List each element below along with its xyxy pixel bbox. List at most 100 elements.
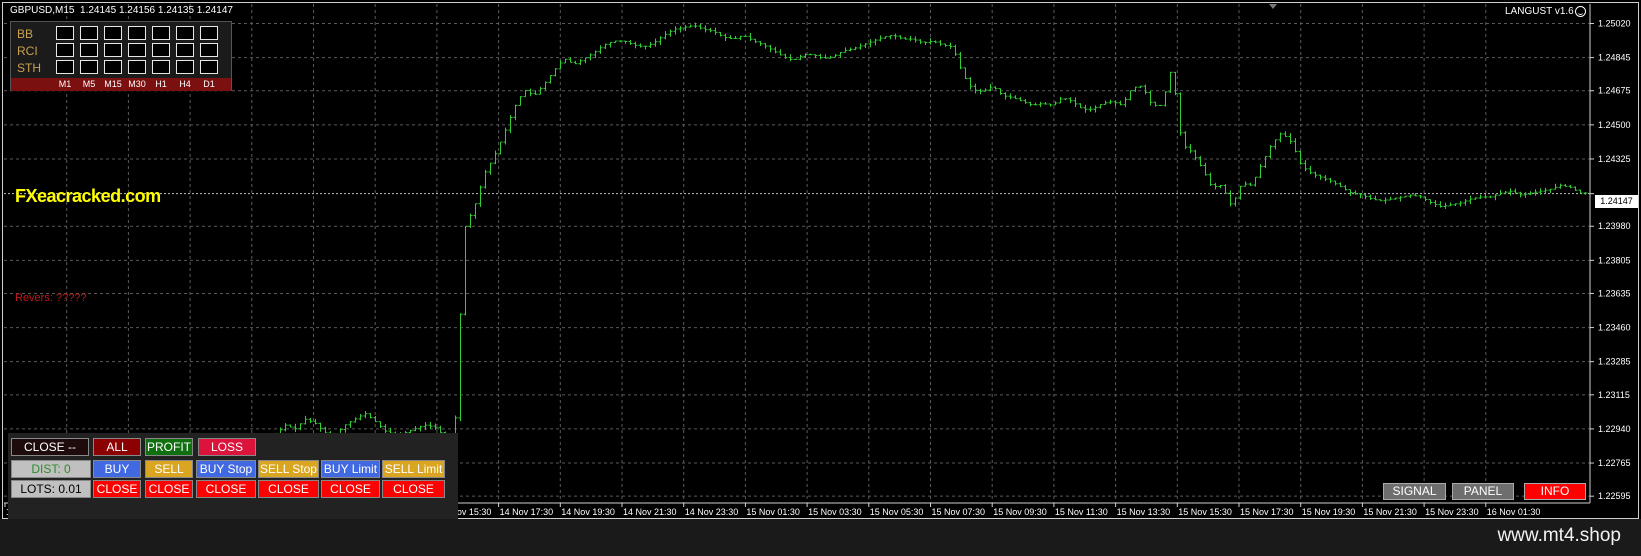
price-axis-label: 1.23980 [1598,221,1631,231]
signal-cell-sth-m1 [56,60,74,74]
ohlc-bar [638,43,643,48]
ohlc-bar [558,60,563,70]
close-sell-limit-button[interactable]: CLOSE [382,480,445,498]
ohlc-bar [1013,95,1018,100]
ohlc-bar [1508,188,1513,196]
ohlc-bar [1098,103,1103,109]
ohlc-bar [823,54,828,59]
shift-marker-icon[interactable] [1269,4,1277,9]
ohlc-bar [1038,101,1043,108]
ohlc-bar [1043,102,1048,105]
ohlc-bar [553,68,558,77]
ohlc-bar [628,40,633,45]
ohlc-bar [1148,90,1153,106]
ohlc-bar [1088,106,1093,112]
ohlc-bar [1268,145,1273,159]
ohlc-bar [1253,176,1258,187]
signal-cell-bb-m1 [56,26,74,40]
ohlc-bar [1083,104,1088,113]
ohlc-bar [1333,180,1338,186]
time-axis-label: 16 Nov 01:30 [1487,507,1541,517]
ohlc-bar [573,60,578,65]
tf-h1: H1 [155,79,167,89]
ohlc-bar [883,36,888,39]
info-button[interactable]: INFO [1524,483,1586,500]
ohlc-bar [1188,143,1193,154]
ohlc-bar [1353,190,1358,195]
ohlc-bar [708,27,713,33]
ohlc-bar [603,43,608,50]
ohlc-bar [873,38,878,46]
dist-field[interactable]: DIST: 0 [11,460,91,478]
ohlc-bar [1113,100,1118,107]
ohlc-bar [918,39,923,45]
ohlc-bar [678,26,683,33]
ohlc-bar [1568,184,1573,189]
close-buy-limit-button[interactable]: CLOSE [321,480,380,498]
ohlc-bar [1378,199,1383,202]
close-loss-button[interactable]: LOSS [198,438,256,456]
ohlc-bar [1078,103,1083,109]
lots-field[interactable]: LOTS: 0.01 [11,480,91,498]
ohlc-bar [673,26,678,35]
ohlc-bar [838,51,843,58]
ohlc-bar [1453,203,1458,207]
close-buy-button[interactable]: CLOSE [93,480,141,498]
signal-cell-sth-h4 [176,60,194,74]
buy-limit-button[interactable]: BUY Limit [321,460,380,478]
sell-button[interactable]: SELL [145,460,193,478]
buy-button[interactable]: BUY [93,460,141,478]
ohlc-bar [808,53,813,56]
ohlc-bar [773,46,778,54]
ohlc-bar [998,88,1003,95]
ohlc-bar [1493,194,1498,201]
price-axis-label: 1.23285 [1598,357,1631,367]
ohlc-bar [1093,105,1098,113]
ohlc-bar [1468,195,1473,205]
sell-stop-button[interactable]: SELL Stop [258,460,319,478]
close-all-type-button[interactable]: ALL [93,438,141,456]
ohlc-bar [1393,197,1398,200]
close-buy-stop-button[interactable]: CLOSE [196,480,256,498]
buy-stop-button[interactable]: BUY Stop [196,460,256,478]
ohlc-bar [958,52,963,70]
panel-button[interactable]: PANEL [1452,483,1514,500]
ohlc-bar [858,43,863,50]
ohlc-bar [688,24,693,28]
ohlc-bar [303,415,308,425]
ohlc-bar [1558,183,1563,189]
ohlc-bar [1408,194,1413,199]
ohlc-bar [1573,186,1578,191]
price-axis-label: 1.24845 [1598,53,1631,63]
signal-cell-sth-m30 [128,60,146,74]
close-sell-stop-button[interactable]: CLOSE [258,480,319,498]
close-profit-button[interactable]: PROFIT [145,438,193,456]
ohlc-bar [363,411,368,419]
ohlc-bar [1143,84,1148,95]
signal-cell-bb-m15 [104,26,122,40]
signal-cell-rci-m30 [128,43,146,57]
ohlc-bar [1068,97,1073,104]
ohlc-bar [1318,174,1323,180]
close-all-button[interactable]: CLOSE -- [11,438,89,456]
close-sell-button[interactable]: CLOSE [145,480,193,498]
signal-cell-bb-m30 [128,26,146,40]
ohlc-bar [928,38,933,45]
ohlc-bar [1243,181,1248,187]
price-axis-label: 1.25020 [1598,18,1631,28]
ohlc-bar [458,313,463,422]
price-axis-label: 1.23115 [1598,390,1630,400]
ohlc-bar [1308,165,1313,175]
ohlc-bar [723,33,728,41]
sell-limit-button[interactable]: SELL Limit [382,460,445,478]
tf-m15: M15 [104,79,122,89]
ohlc-bar [1028,101,1033,107]
ohlc-bar [778,49,783,56]
time-axis-label: 15 Nov 09:30 [993,507,1047,517]
brand-watermark: FXeacracked.com [15,186,161,206]
signal-button[interactable]: SIGNAL [1383,483,1446,500]
ohlc-bar [1388,196,1393,201]
price-axis-label: 1.24500 [1598,120,1631,130]
ohlc-bar [903,36,908,40]
ohlc-bar [878,35,883,42]
